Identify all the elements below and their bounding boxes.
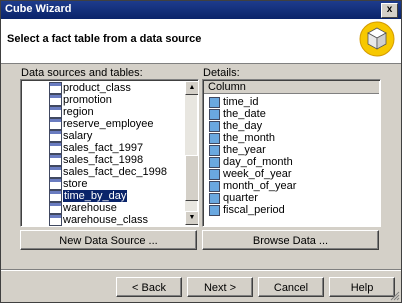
tree-item[interactable]: sales_fact_dec_1998 — [49, 166, 167, 178]
column-item-label: quarter — [223, 192, 258, 204]
title-bar: Cube Wizard x — [1, 1, 401, 19]
table-icon — [49, 166, 62, 178]
scroll-down-button[interactable]: ▼ — [185, 211, 198, 225]
column-item[interactable]: week_of_year — [209, 168, 292, 180]
close-button[interactable]: x — [381, 3, 398, 18]
tree-item-label: warehouse_class — [63, 214, 148, 226]
resize-grip-icon[interactable] — [390, 291, 400, 301]
column-item[interactable]: the_day — [209, 120, 262, 132]
tree-item[interactable]: promotion — [49, 94, 112, 106]
tree-item-label: reserve_employee — [63, 118, 154, 130]
column-item-label: the_year — [223, 144, 266, 156]
tree-item-label: promotion — [63, 94, 112, 106]
cube-wizard-window: Cube Wizard x Select a fact table from a… — [0, 0, 402, 303]
column-icon — [209, 96, 220, 108]
table-icon — [49, 214, 62, 226]
table-icon — [49, 118, 62, 130]
scroll-thumb[interactable] — [185, 155, 198, 201]
tree-item[interactable]: time_by_day — [49, 190, 128, 202]
scroll-up-button[interactable]: ▲ — [185, 81, 198, 95]
details-list[interactable]: Column time_id the_date the_day the_month th… — [202, 79, 381, 227]
tree-item[interactable]: warehouse_class — [49, 214, 148, 226]
tree-item[interactable]: store — [49, 178, 88, 190]
column-item[interactable]: month_of_year — [209, 180, 296, 192]
table-icon — [49, 190, 62, 202]
tree-item-label: time_by_day — [63, 190, 128, 202]
column-icon — [209, 156, 220, 168]
column-item[interactable]: quarter — [209, 192, 258, 204]
column-item-label: time_id — [223, 96, 259, 108]
tree-item[interactable]: sales_fact_1998 — [49, 154, 144, 166]
column-item[interactable]: time_id — [209, 96, 258, 108]
tree-item-label: sales_fact_1997 — [63, 142, 144, 154]
column-item[interactable]: the_year — [209, 144, 266, 156]
new-data-source-button[interactable]: New Data Source ... — [20, 230, 197, 250]
column-item-label: fiscal_period — [223, 204, 285, 216]
column-item[interactable]: the_month — [209, 132, 275, 144]
tree-item[interactable]: warehouse — [49, 202, 117, 214]
table-icon — [49, 106, 62, 118]
sources-scrollbar[interactable]: ▲ ▼ — [185, 81, 198, 225]
column-header[interactable]: Column — [204, 81, 379, 94]
wizard-header: Select a fact table from a data source — [1, 19, 401, 64]
column-item[interactable]: fiscal_period — [209, 204, 285, 216]
column-icon — [209, 120, 220, 132]
close-icon: x — [386, 4, 393, 15]
window-title: Cube Wizard — [5, 3, 72, 15]
table-icon — [49, 142, 62, 154]
tree-item-label: sales_fact_1998 — [63, 154, 144, 166]
tree-item-label: salary — [63, 130, 93, 142]
table-icon — [49, 154, 62, 166]
column-icon — [209, 192, 220, 204]
tree-item[interactable]: sales_fact_1997 — [49, 142, 144, 154]
column-icon — [209, 204, 220, 216]
tree-item-label: store — [63, 178, 88, 190]
next-button[interactable]: Next > — [187, 277, 253, 297]
column-item[interactable]: day_of_month — [209, 156, 293, 168]
table-icon — [49, 130, 62, 142]
table-icon — [49, 94, 62, 106]
cancel-button[interactable]: Cancel — [258, 277, 324, 297]
details-label: Details: — [203, 67, 240, 79]
tree-item-label: sales_fact_dec_1998 — [63, 166, 167, 178]
column-icon — [209, 168, 220, 180]
table-icon — [49, 82, 62, 94]
browse-data-button[interactable]: Browse Data ... — [202, 230, 379, 250]
column-icon — [209, 180, 220, 192]
table-icon — [49, 178, 62, 190]
tree-item[interactable]: product_class — [49, 82, 131, 94]
column-item-label: the_month — [223, 132, 275, 144]
cube-wizard-icon — [359, 21, 395, 57]
table-icon — [49, 202, 62, 214]
column-item-label: the_day — [223, 120, 263, 132]
footer-divider — [1, 269, 401, 271]
column-item-label: day_of_month — [223, 156, 293, 168]
page-title: Select a fact table from a data source — [7, 33, 202, 45]
column-item[interactable]: the_date — [209, 108, 266, 120]
tree-item[interactable]: region — [49, 106, 94, 118]
column-icon — [209, 132, 220, 144]
column-item-label: the_date — [223, 108, 266, 120]
tree-item-label: warehouse — [63, 202, 117, 214]
tree-item-label: region — [63, 106, 94, 118]
column-icon — [209, 108, 220, 120]
column-icon — [209, 144, 220, 156]
back-button[interactable]: < Back — [116, 277, 182, 297]
tree-item[interactable]: salary — [49, 130, 93, 142]
column-item-label: month_of_year — [223, 180, 297, 192]
tree-item[interactable]: reserve_employee — [49, 118, 154, 130]
sources-label: Data sources and tables: — [21, 67, 143, 79]
tree-item-label: product_class — [63, 82, 131, 94]
sources-tree[interactable]: product_class promotion region reserve_empl… — [20, 79, 199, 227]
help-button[interactable]: Help — [329, 277, 395, 297]
column-item-label: week_of_year — [223, 168, 292, 180]
